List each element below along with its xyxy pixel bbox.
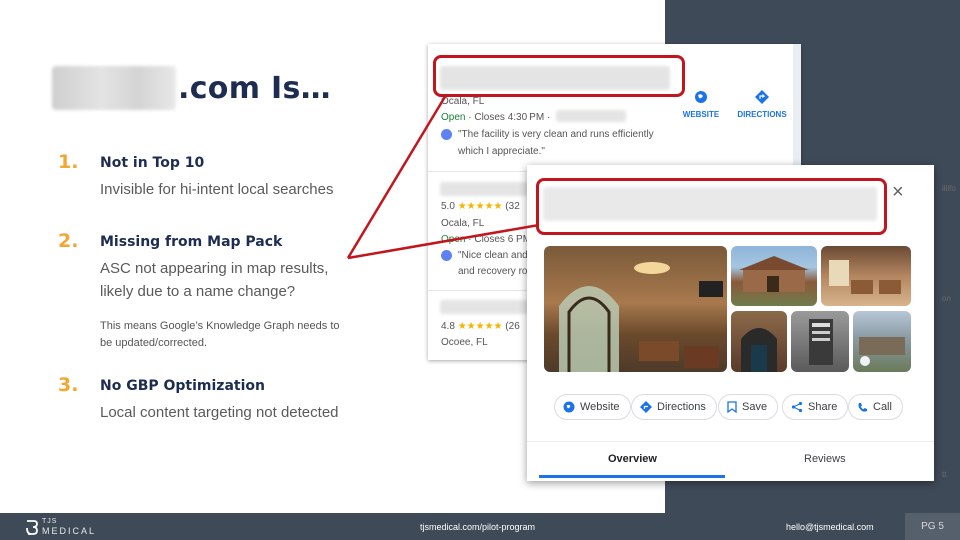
footer-url[interactable]: tjsmedical.com/pilot-program: [420, 522, 535, 532]
footer-bar: TJS MEDICAL tjsmedical.com/pilot-program…: [0, 513, 960, 540]
callout-line-to-listing: [346, 94, 448, 259]
footer-email[interactable]: hello@tjsmedical.com: [786, 522, 874, 532]
callout-lines: [346, 94, 540, 260]
logo-text-bottom: MEDICAL: [42, 526, 97, 536]
tjs-logo-icon: [26, 520, 38, 535]
page-number: PG 5: [905, 513, 960, 540]
callout-line-to-profile: [347, 223, 540, 260]
logo-text-top: TJS: [42, 518, 58, 525]
